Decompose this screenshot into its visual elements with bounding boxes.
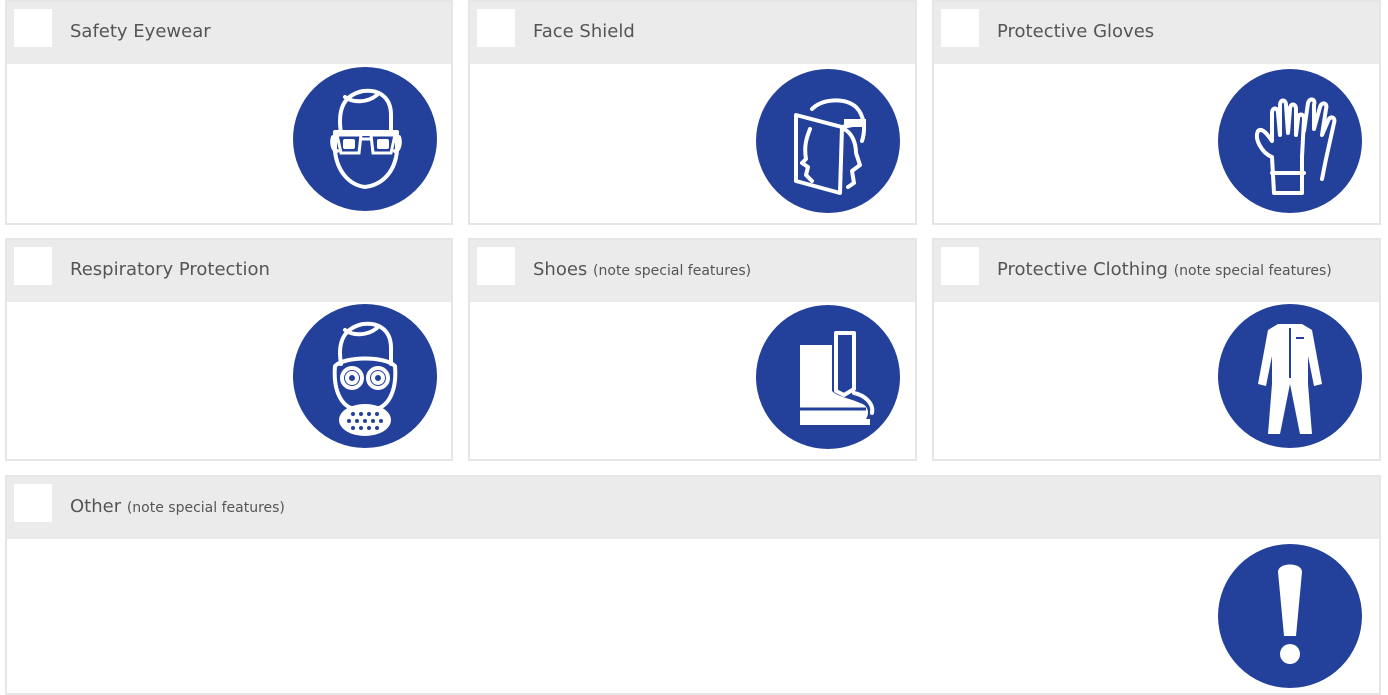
safety-boot-icon: [756, 305, 900, 449]
card-label: Protective Gloves: [997, 21, 1155, 42]
card-title: Protective Clothing (note special featur…: [997, 259, 1332, 280]
card-header: Protective Gloves: [934, 2, 1379, 64]
card-title: Shoes (note special features): [533, 259, 751, 280]
shoes-checkbox[interactable]: [477, 247, 515, 285]
card-header: Shoes (note special features): [470, 240, 915, 302]
face-shield-icon: [756, 69, 900, 213]
card-title: Safety Eyewear: [70, 21, 211, 42]
ppe-card-protective-gloves: Protective Gloves: [932, 0, 1381, 225]
card-note: (note special features): [1173, 263, 1332, 279]
ppe-card-safety-eyewear: Safety Eyewear: [5, 0, 453, 225]
ppe-card-shoes: Shoes (note special features): [468, 238, 917, 461]
card-label: Respiratory Protection: [70, 259, 270, 280]
respirator-icon: [293, 304, 437, 448]
safety-eyewear-checkbox[interactable]: [14, 9, 52, 47]
card-header: Safety Eyewear: [7, 2, 451, 64]
card-title: Other (note special features): [70, 496, 285, 517]
card-title: Protective Gloves: [997, 21, 1154, 42]
card-label: Face Shield: [533, 21, 635, 42]
coverall-icon: [1218, 304, 1362, 448]
ppe-card-respiratory-protection: Respiratory Protection: [5, 238, 453, 461]
card-note: (note special features): [126, 500, 285, 516]
protective-gloves-checkbox[interactable]: [941, 9, 979, 47]
other-checkbox[interactable]: [14, 484, 52, 522]
card-label: Shoes: [533, 259, 588, 280]
safety-eyewear-icon: [293, 67, 437, 211]
card-label: Safety Eyewear: [70, 21, 211, 42]
protective-gloves-icon: [1218, 69, 1362, 213]
protective-clothing-checkbox[interactable]: [941, 247, 979, 285]
card-title: Respiratory Protection: [70, 259, 270, 280]
respiratory-protection-checkbox[interactable]: [14, 247, 52, 285]
card-header: Respiratory Protection: [7, 240, 451, 302]
exclamation-icon: [1218, 544, 1362, 688]
card-label: Other: [70, 496, 122, 517]
card-title: Face Shield: [533, 21, 635, 42]
card-header: Protective Clothing (note special featur…: [934, 240, 1379, 302]
card-header: Other (note special features): [7, 477, 1379, 539]
ppe-card-protective-clothing: Protective Clothing (note special featur…: [932, 238, 1381, 461]
ppe-card-face-shield: Face Shield: [468, 0, 917, 225]
card-label: Protective Clothing: [997, 259, 1168, 280]
ppe-card-other: Other (note special features): [5, 475, 1381, 695]
card-header: Face Shield: [470, 2, 915, 64]
face-shield-checkbox[interactable]: [477, 9, 515, 47]
card-note: (note special features): [593, 263, 752, 279]
